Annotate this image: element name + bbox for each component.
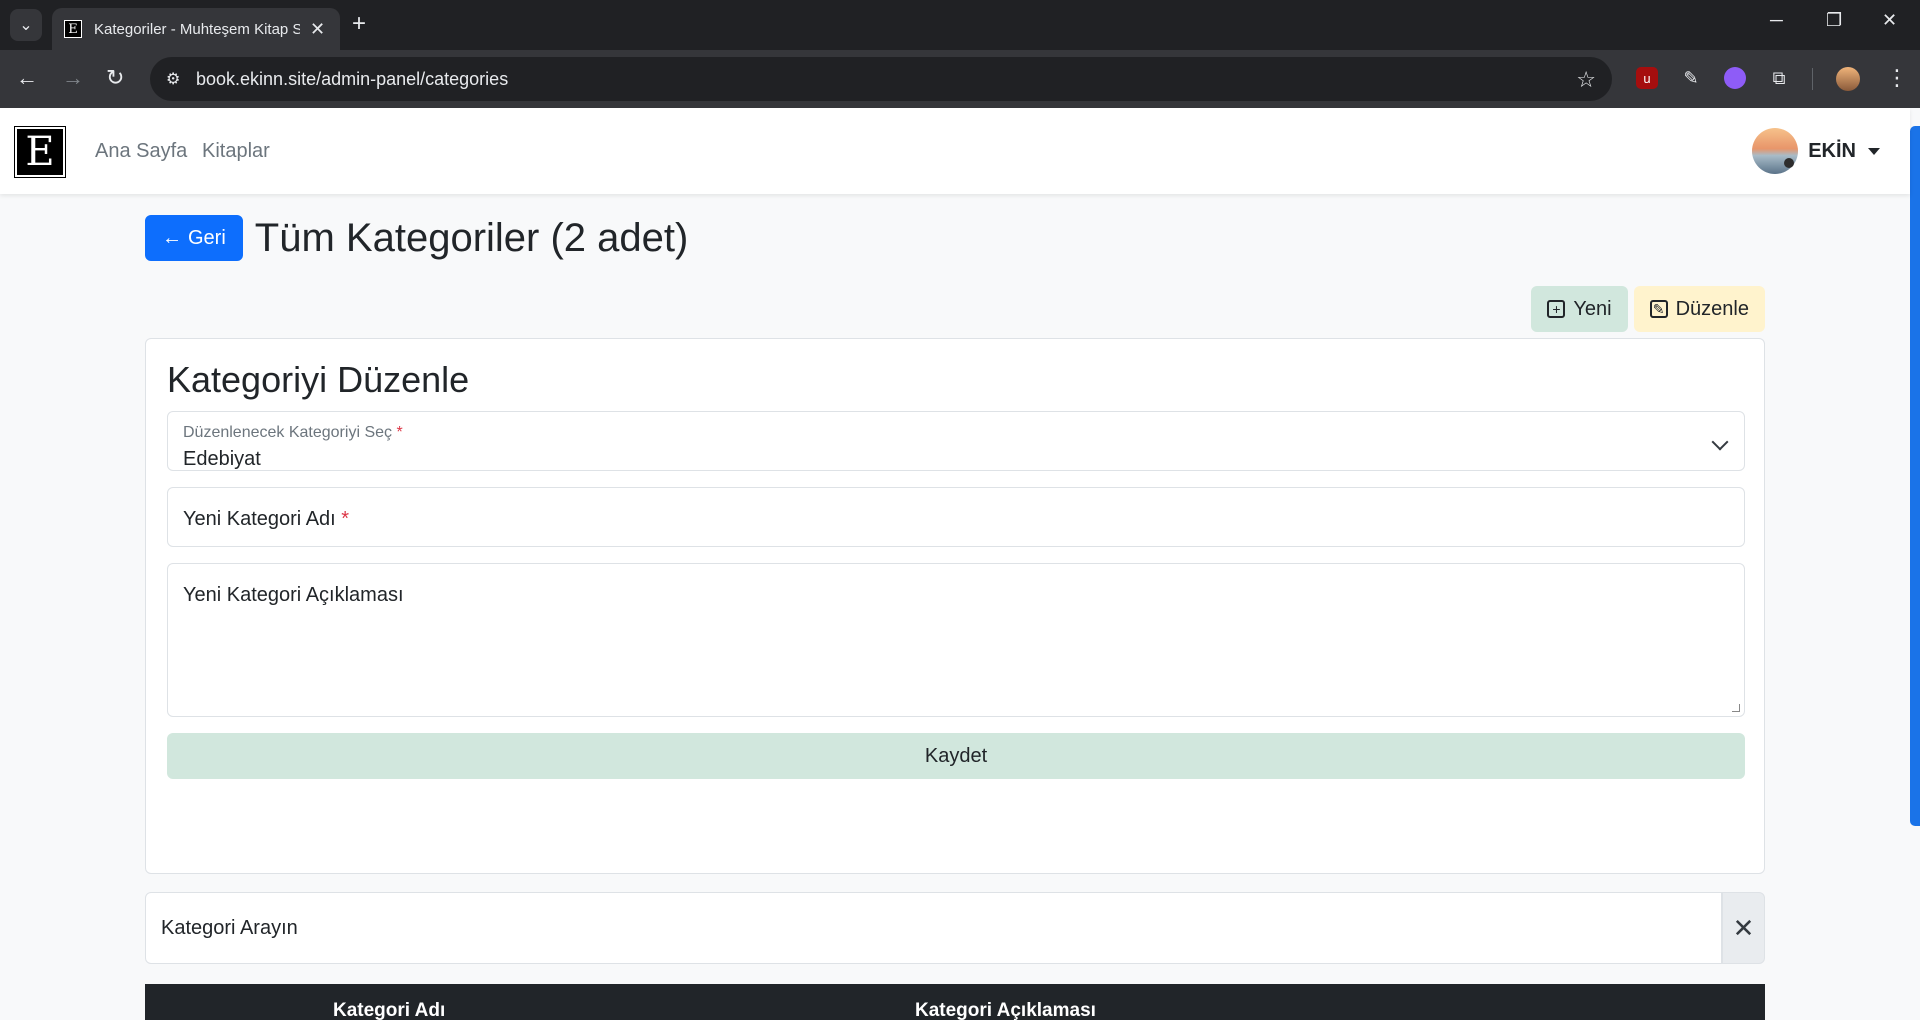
window-close-icon[interactable]: ✕ — [1882, 10, 1897, 31]
profile-avatar-icon[interactable] — [1836, 67, 1860, 91]
plus-icon[interactable]: + — [352, 12, 366, 36]
pencil-square-icon: ✎ — [1649, 300, 1668, 318]
minimize-icon[interactable]: ─ — [1770, 10, 1783, 31]
caret-down-icon[interactable] — [1868, 147, 1880, 155]
chevron-down-icon — [1711, 433, 1729, 451]
purple-extension-icon[interactable] — [1724, 67, 1746, 89]
category-name-input[interactable]: Yeni Kategori Adı * — [167, 487, 1745, 547]
tab-favicon: E — [64, 20, 82, 38]
edit-category-card: Kategoriyi Düzenle Düzenlenecek Kategori… — [145, 338, 1765, 874]
new-button-label: Yeni — [1573, 297, 1612, 320]
arrow-left-icon: ← — [162, 226, 182, 249]
back-button-label: Geri — [188, 226, 226, 249]
page-title: Tüm Kategoriler (2 adet) — [254, 215, 689, 260]
restore-icon[interactable]: ❐ — [1826, 10, 1842, 31]
select-label-text: Düzenlenecek Kategoriyi Seç — [183, 424, 393, 441]
category-select[interactable]: Düzenlenecek Kategoriyi Seç * Edebiyat — [167, 411, 1745, 471]
card-title: Kategoriyi Düzenle — [167, 359, 470, 400]
column-header-name[interactable]: Kategori Adı — [333, 1000, 445, 1020]
ublock-extension-icon[interactable]: u — [1636, 67, 1658, 89]
tab-search-icon[interactable]: ⌄ — [10, 9, 42, 41]
site-info-icon[interactable]: ⚙ — [166, 69, 180, 89]
forward-icon[interactable]: → — [62, 66, 84, 90]
nav-link-books[interactable]: Kitaplar — [202, 140, 270, 163]
name-label-text: Yeni Kategori Adı — [183, 508, 336, 530]
required-mark: * — [396, 424, 403, 441]
page-header: ← Geri Tüm Kategoriler (2 adet) — [145, 215, 688, 261]
reload-icon[interactable]: ↻ — [106, 66, 124, 90]
toolbar-divider — [1812, 68, 1813, 90]
star-icon[interactable]: ☆ — [1576, 67, 1596, 93]
avatar[interactable] — [1752, 128, 1799, 174]
extension-icon[interactable]: ⧉ — [1768, 67, 1790, 89]
back-button[interactable]: ← Geri — [145, 215, 243, 261]
column-header-description[interactable]: Kategori Açıklaması — [915, 1000, 1096, 1020]
search-input[interactable]: Kategori Arayın — [145, 892, 1722, 964]
save-button[interactable]: Kaydet — [167, 733, 1745, 779]
url-text[interactable]: book.ekinn.site/admin-panel/categories — [196, 69, 508, 90]
new-category-button[interactable]: + Yeni — [1531, 286, 1628, 332]
edit-category-button[interactable]: ✎ Düzenle — [1633, 286, 1765, 332]
required-mark: * — [341, 508, 350, 530]
categories-table-header: Kategori Adı Kategori Açıklaması — [145, 984, 1765, 1020]
browser-toolbar: ← → ↻ ⚙ book.ekinn.site/admin-panel/cate… — [0, 50, 1920, 108]
search-placeholder: Kategori Arayın — [161, 917, 298, 939]
eyedropper-extension-icon[interactable]: ✎ — [1680, 67, 1702, 89]
kebab-menu-icon[interactable]: ⋮ — [1886, 66, 1908, 90]
search-group: Kategori Arayın ✕ — [145, 892, 1765, 964]
browser-tab[interactable]: E Kategoriler - Muhteşem Kitap S ✕ — [52, 8, 340, 50]
brand-logo[interactable]: E — [14, 126, 66, 178]
back-icon[interactable]: ← — [16, 66, 38, 90]
action-buttons: + Yeni ✎ Düzenle — [1531, 286, 1765, 332]
user-name[interactable]: EKİN — [1808, 140, 1856, 163]
nav-link-home[interactable]: Ana Sayfa — [95, 140, 187, 163]
page-scrollbar[interactable] — [1910, 126, 1920, 826]
name-field-label: Yeni Kategori Adı * — [183, 508, 349, 531]
web-page: E Ana Sayfa Kitaplar EKİN ← Geri Tüm Kat… — [0, 108, 1920, 1020]
user-menu[interactable]: EKİN — [1752, 128, 1880, 174]
address-bar[interactable]: ⚙ book.ekinn.site/admin-panel/categories… — [150, 57, 1612, 101]
close-icon[interactable]: ✕ — [310, 19, 325, 40]
edit-button-label: Düzenle — [1675, 297, 1749, 320]
select-label: Düzenlenecek Kategoriyi Seç * — [183, 424, 403, 442]
browser-tab-strip: ⌄ E Kategoriler - Muhteşem Kitap S ✕ + ─… — [0, 0, 1920, 50]
clear-search-button[interactable]: ✕ — [1722, 892, 1765, 964]
category-description-textarea[interactable]: Yeni Kategori Açıklaması — [167, 563, 1745, 717]
resize-handle-icon[interactable] — [1732, 704, 1740, 712]
select-value: Edebiyat — [183, 448, 261, 470]
tab-title: Kategoriler - Muhteşem Kitap S — [94, 20, 300, 38]
plus-square-icon: + — [1547, 300, 1566, 318]
description-label: Yeni Kategori Açıklaması — [183, 584, 404, 606]
site-navbar: E Ana Sayfa Kitaplar EKİN — [0, 108, 1910, 194]
